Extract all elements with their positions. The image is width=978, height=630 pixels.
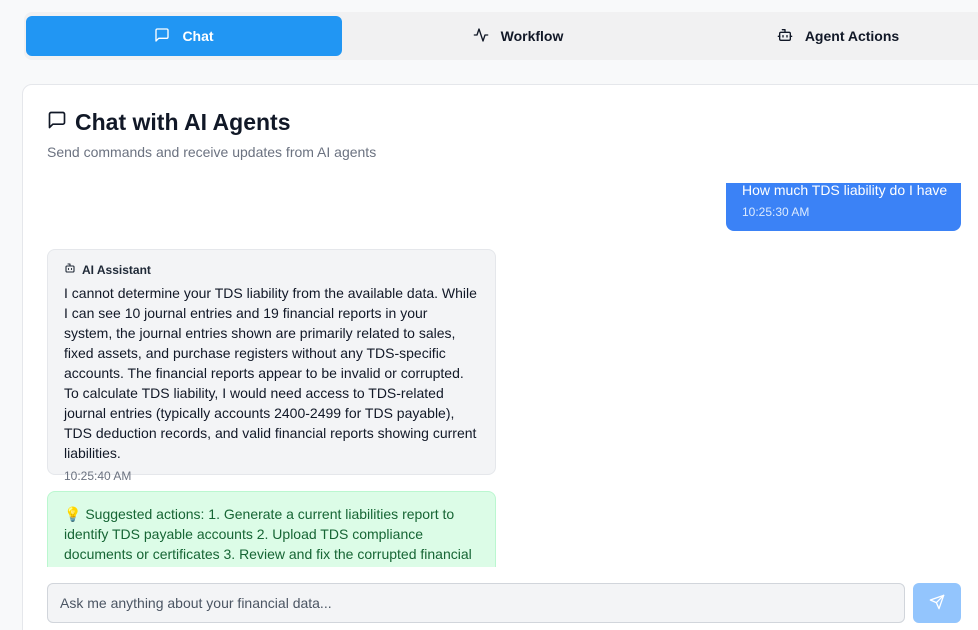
title-row: Chat with AI Agents [47,109,376,136]
assistant-header: AI Assistant [64,262,479,277]
message-square-icon [154,27,170,46]
tab-agent-actions-label: Agent Actions [804,28,900,44]
card-header: Chat with AI Agents Send commands and re… [47,109,376,160]
page-title: Chat with AI Agents [75,109,291,135]
tab-bar: Chat Workflow Agent Actions [24,12,978,60]
user-message-text: How much TDS liability do I have [742,183,948,198]
tab-workflow-label: Workflow [500,28,564,44]
message-square-icon [47,110,67,135]
chat-input[interactable] [47,583,905,623]
tab-workflow[interactable]: Workflow [360,16,676,56]
user-message: How much TDS liability do I have 10:25:3… [726,183,961,231]
lightbulb-icon: 💡 [64,506,82,522]
bot-icon [777,27,793,46]
tab-chat[interactable]: Chat [26,16,342,56]
chat-card: Chat with AI Agents Send commands and re… [22,84,978,630]
page-subtitle: Send commands and receive updates from A… [47,144,377,160]
send-icon [929,594,945,613]
assistant-name: AI Assistant [82,262,151,277]
tab-chat-label: Chat [182,28,214,44]
send-button[interactable] [913,583,961,623]
tab-agent-actions[interactable]: Agent Actions [680,16,978,56]
assistant-message-time: 10:25:40 AM [64,469,132,483]
activity-icon [473,27,489,46]
bot-icon [64,262,76,277]
user-message-time: 10:25:30 AM [742,205,810,219]
assistant-message: AI Assistant I cannot determine your TDS… [47,249,496,483]
assistant-message-text: I cannot determine your TDS liability fr… [64,285,477,461]
suggestion-message: 💡 Suggested actions: 1. Generate a curre… [47,491,496,567]
chat-messages[interactable]: How much TDS liability do I have 10:25:3… [23,183,978,567]
suggestion-text: Suggested actions: 1. Generate a current… [64,506,472,562]
